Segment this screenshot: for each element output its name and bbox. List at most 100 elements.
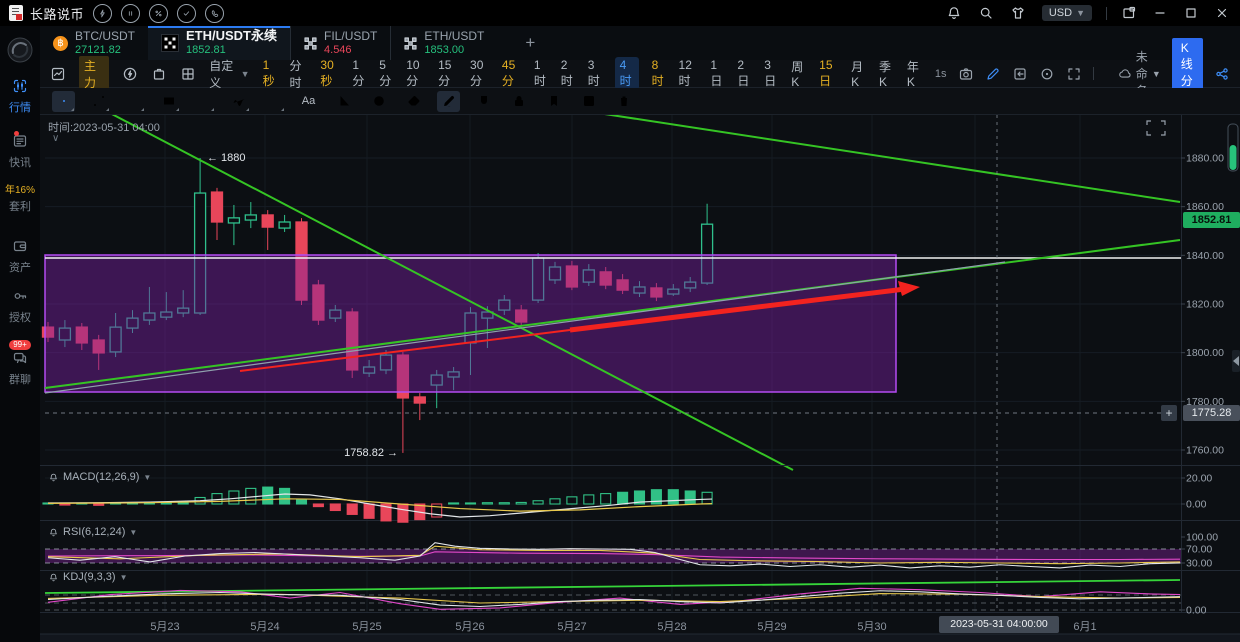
timeframe-30秒[interactable]: 30秒 xyxy=(320,58,339,89)
macd-bar xyxy=(297,500,307,504)
replay-icon[interactable] xyxy=(1012,66,1028,82)
draw-tool-freehand-icon[interactable] xyxy=(437,91,460,112)
price-axis[interactable]: 1880.001860.001840.001820.001800.001780.… xyxy=(1181,153,1224,617)
timeframe-12时[interactable]: 12时 xyxy=(679,58,698,89)
price-tick-label: 1760.00 xyxy=(1186,444,1224,456)
sidebar-item-market[interactable]: 行情 xyxy=(0,78,40,115)
draw-tool-delete-icon[interactable] xyxy=(612,91,635,112)
tab-symbol: BTC/USDT xyxy=(75,29,135,44)
close-button[interactable] xyxy=(1214,5,1230,21)
search-icon[interactable] xyxy=(978,5,994,21)
sidebar-item-authorize[interactable]: 授权 xyxy=(0,288,40,325)
timeframe-季K[interactable]: 季K xyxy=(879,58,894,89)
draw-tool-magnet-icon[interactable] xyxy=(472,91,495,112)
price-tick-label: 1860.00 xyxy=(1186,201,1224,213)
phone-icon[interactable] xyxy=(205,4,224,23)
pencil-icon[interactable] xyxy=(985,66,1001,82)
draw-tool-angle-ruler-icon[interactable] xyxy=(332,91,355,112)
sidebar-item-assets[interactable]: 资产 xyxy=(0,238,40,275)
timeframe-3日[interactable]: 3日 xyxy=(764,58,778,89)
macd-bar xyxy=(567,497,577,504)
draw-tool-crosshair-icon[interactable] xyxy=(52,91,75,112)
check-icon[interactable] xyxy=(177,4,196,23)
draw-tool-trend-line-icon[interactable] xyxy=(87,91,110,112)
timeframe-1秒[interactable]: 1秒 xyxy=(263,58,277,89)
main-chart-svg[interactable]: ← 18801758.82 →1880.001860.001840.001820… xyxy=(40,115,1240,642)
timeframe-45分[interactable]: 45分 xyxy=(502,58,521,89)
bolt-icon[interactable] xyxy=(93,4,112,23)
exchange-icon xyxy=(304,37,317,50)
chart-type-icon[interactable] xyxy=(50,66,66,82)
minimize-button[interactable] xyxy=(1152,5,1168,21)
chart-area[interactable]: ← 18801758.82 →1880.001860.001840.001820… xyxy=(40,115,1240,642)
sidebar-item-arbitrage[interactable]: 年16%套利 xyxy=(0,181,40,214)
sidebar-item-news[interactable]: 快讯 xyxy=(0,133,40,170)
draw-tool-order-note-icon[interactable] xyxy=(577,91,600,112)
time-tick-label: 5月25 xyxy=(352,621,381,633)
sidebar-item-label: 快讯 xyxy=(0,154,40,170)
timeframe-10分[interactable]: 10分 xyxy=(406,58,425,89)
custom-timeframe-dropdown[interactable]: 自定义 ▼ xyxy=(209,57,249,91)
grid-icon[interactable] xyxy=(180,66,196,82)
timeframe-年K[interactable]: 年K xyxy=(907,58,922,89)
bell-icon[interactable] xyxy=(946,5,962,21)
timeframe-1时[interactable]: 1时 xyxy=(534,58,548,89)
sidebar-item-group-chat[interactable]: 99+群聊 xyxy=(0,338,40,387)
macd-dif-line xyxy=(48,494,712,517)
pause-icon[interactable] xyxy=(121,4,140,23)
draw-tool-eraser-icon[interactable] xyxy=(402,91,425,112)
share-icon[interactable] xyxy=(1214,66,1230,82)
timeframe-2日[interactable]: 2日 xyxy=(737,58,751,89)
draw-tool-circle-slash-icon[interactable] xyxy=(367,91,390,112)
add-tab-button[interactable]: + xyxy=(509,26,551,60)
draw-tool-rectangle-icon[interactable] xyxy=(157,91,180,112)
fullscreen-icon[interactable] xyxy=(1066,66,1082,82)
draw-tool-horizontal-lines-icon[interactable] xyxy=(192,91,215,112)
settings-target-icon[interactable] xyxy=(1039,66,1055,82)
timeframe-月K[interactable]: 月K xyxy=(851,58,866,89)
timeframe-2时[interactable]: 2时 xyxy=(561,58,575,89)
timeframe-3时[interactable]: 3时 xyxy=(588,58,602,89)
currency-dropdown[interactable]: USD ▼ xyxy=(1042,5,1092,21)
time-axis[interactable]: 5月235月245月255月265月275月285月295月306月1 xyxy=(150,621,1096,633)
timeframe-5分[interactable]: 5分 xyxy=(379,58,393,89)
timeframe-30分[interactable]: 30分 xyxy=(470,58,489,89)
percent-icon[interactable] xyxy=(149,4,168,23)
draw-tool-lock-icon[interactable] xyxy=(507,91,530,112)
draw-tool-elliott-wave-icon[interactable] xyxy=(227,91,250,112)
rsi-tick-label: 30.00 xyxy=(1186,558,1212,570)
price-scrollbar-thumb[interactable] xyxy=(1230,145,1237,170)
tshirt-icon[interactable] xyxy=(1010,5,1026,21)
timeframe-4时[interactable]: 4时 xyxy=(615,57,639,90)
main-force-button[interactable]: 主力 xyxy=(79,56,109,92)
tab-BTC/USDT[interactable]: ฿BTC/USDT27121.82 xyxy=(40,26,148,60)
bolt-circle-icon[interactable] xyxy=(122,66,138,82)
timeframe-分时[interactable]: 分时 xyxy=(290,57,308,91)
tab-ETH/USDT永续[interactable]: ETH/USDT永续1852.81 xyxy=(148,26,290,60)
popup-layout-icon[interactable] xyxy=(1121,5,1137,21)
timeframe-15日[interactable]: 15日 xyxy=(819,58,838,89)
timeframe-8时[interactable]: 8时 xyxy=(652,58,666,89)
sidebar-item-label: 套利 xyxy=(0,198,40,214)
red-arrow-head[interactable] xyxy=(898,281,920,296)
restore-chart-icon[interactable] xyxy=(1147,121,1165,135)
camera-icon[interactable] xyxy=(958,66,974,82)
bottom-scrollbar-track[interactable] xyxy=(40,634,1240,642)
kdj-tick-label: 0.00 xyxy=(1186,605,1207,617)
price-tick-label: 1880.00 xyxy=(1186,153,1224,165)
draw-tool-text-icon[interactable]: Aa xyxy=(297,91,320,112)
timeframe-1分[interactable]: 1分 xyxy=(352,58,366,89)
briefcase-icon[interactable] xyxy=(151,66,167,82)
price-tick-label: 1820.00 xyxy=(1186,298,1224,310)
timeframe-15分[interactable]: 15分 xyxy=(438,58,457,89)
maximize-button[interactable] xyxy=(1183,5,1199,21)
draw-tool-measure-icon[interactable] xyxy=(262,91,285,112)
draw-tool-bookmark-icon[interactable] xyxy=(542,91,565,112)
timeframe-1日[interactable]: 1日 xyxy=(710,58,724,89)
tab-FIL/USDT[interactable]: FIL/USDT4.546 xyxy=(290,26,390,60)
macd-bar xyxy=(347,504,357,514)
timeframe-周K[interactable]: 周K xyxy=(791,58,806,89)
rsi-tick-label: 100.00 xyxy=(1186,532,1218,544)
draw-tool-parallel-channel-icon[interactable] xyxy=(122,91,145,112)
tab-ETH/USDT[interactable]: ETH/USDT1853.00 xyxy=(390,26,497,60)
